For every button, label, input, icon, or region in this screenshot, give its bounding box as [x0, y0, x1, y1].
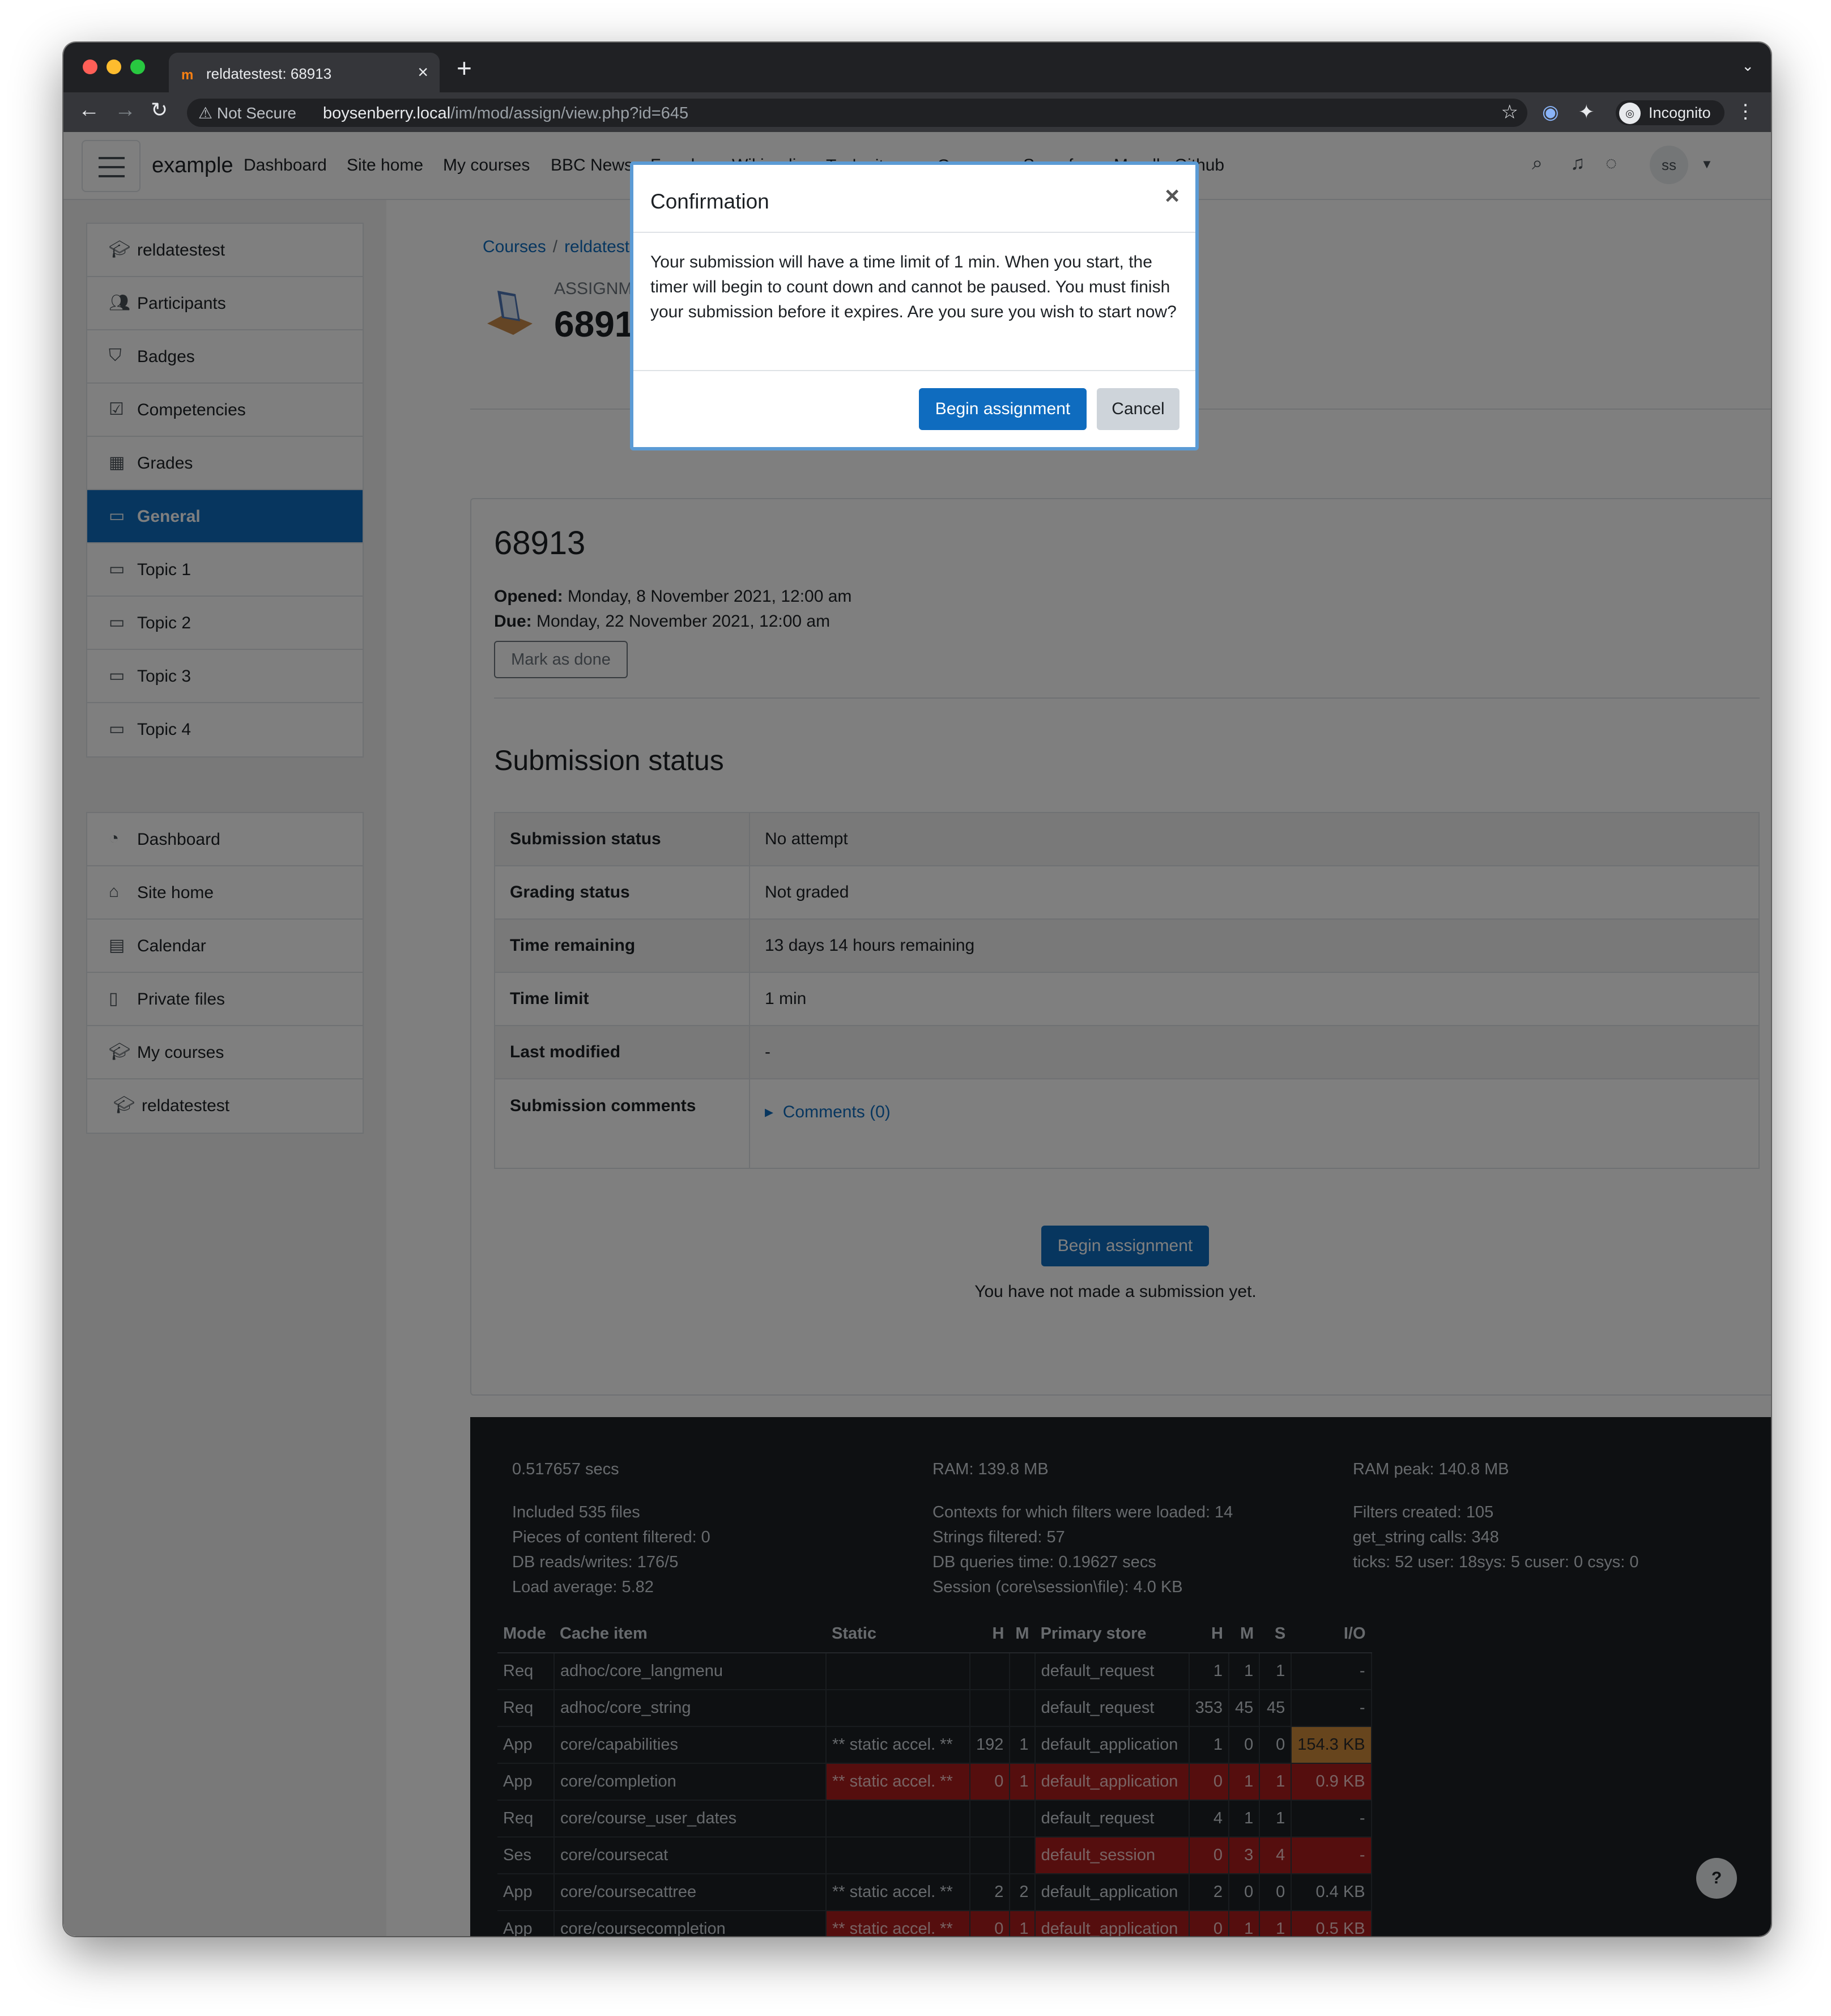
browser-tab[interactable]: m reldatestest: 68913 ×: [169, 53, 440, 92]
forward-icon[interactable]: →: [114, 98, 136, 122]
url-host: boysenberry.local: [323, 104, 451, 122]
security-label: Not Secure: [216, 104, 296, 122]
tab-close-icon[interactable]: ×: [418, 62, 428, 83]
modal-divider: [633, 370, 1195, 371]
tab-title: reldatestest: 68913: [206, 65, 332, 82]
maximize-window-icon[interactable]: [130, 59, 145, 74]
tab-search-icon[interactable]: ⌄: [1741, 57, 1754, 75]
back-icon[interactable]: ←: [78, 98, 100, 122]
url-text: boysenberry.local/im/mod/assign/view.php…: [323, 104, 688, 123]
bookmark-star-icon[interactable]: ☆: [1501, 101, 1518, 124]
cancel-button[interactable]: Cancel: [1097, 388, 1179, 430]
incognito-label: Incognito: [1649, 104, 1711, 121]
browser-window: m reldatestest: 68913 × + ⌄ ← → ↻ ⚠ Not …: [63, 42, 1771, 1936]
extension-icon[interactable]: ◉: [1542, 101, 1559, 124]
modal-body: Your submission will have a time limit o…: [650, 253, 1177, 321]
address-bar[interactable]: ⚠ Not Secure boysenberry.local/im/mod/as…: [187, 99, 1527, 127]
new-tab-icon[interactable]: +: [457, 53, 472, 83]
url-path: /im/mod/assign/view.php?id=645: [450, 104, 689, 122]
incognito-icon: ◎: [1619, 103, 1641, 124]
puzzle-extensions-icon[interactable]: ✦: [1578, 101, 1595, 124]
browser-menu-icon[interactable]: ⋮: [1736, 100, 1755, 123]
confirm-begin-button[interactable]: Begin assignment: [919, 388, 1087, 430]
page-content: example Dashboard Site home My courses B…: [63, 132, 1771, 1936]
not-secure-indicator[interactable]: ⚠ Not Secure: [198, 104, 296, 122]
incognito-badge[interactable]: ◎ Incognito: [1616, 100, 1724, 125]
reload-icon[interactable]: ↻: [151, 98, 168, 122]
confirmation-modal: Confirmation × Your submission will have…: [630, 161, 1199, 450]
moodle-icon: m: [181, 67, 194, 83]
browser-toolbar: ← → ↻ ⚠ Not Secure boysenberry.local/im/…: [63, 92, 1771, 132]
close-window-icon[interactable]: [83, 59, 97, 74]
close-icon[interactable]: ×: [1165, 182, 1179, 210]
modal-divider: [633, 232, 1195, 233]
tab-strip: m reldatestest: 68913 × + ⌄: [63, 42, 1771, 92]
minimize-window-icon[interactable]: [107, 59, 121, 74]
modal-title: Confirmation: [650, 190, 769, 213]
